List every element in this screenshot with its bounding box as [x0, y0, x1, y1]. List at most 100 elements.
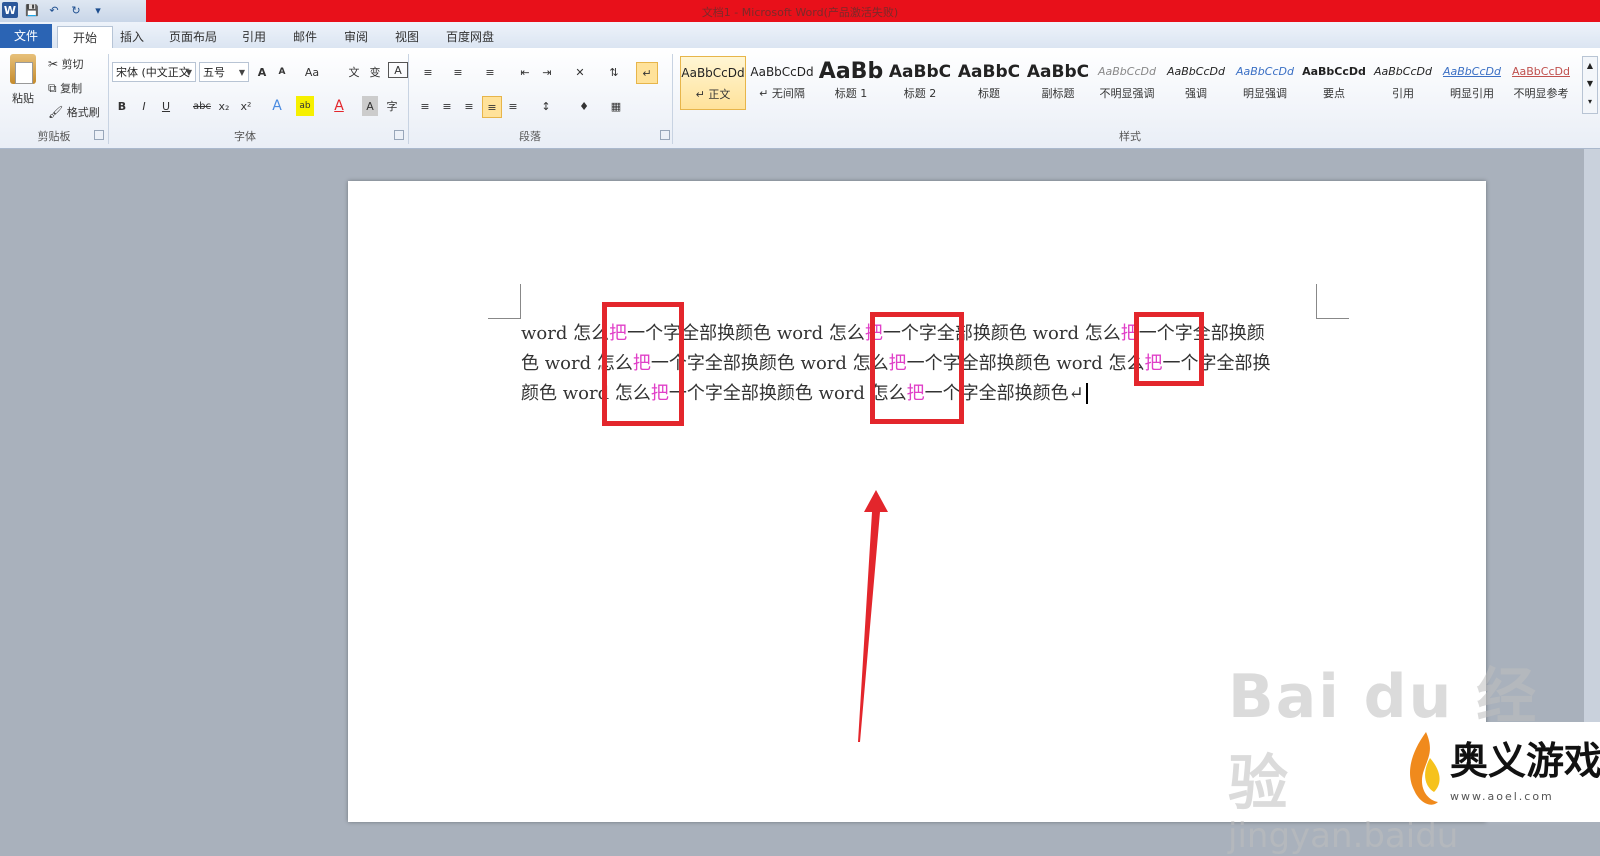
- shrink-font-button[interactable]: A: [274, 62, 290, 82]
- word-logo-icon[interactable]: W: [2, 2, 18, 18]
- style-normal[interactable]: AaBbCcDd ↵ 正文: [680, 56, 746, 110]
- annotation-box: [1134, 312, 1204, 386]
- style-name: 引用: [1392, 87, 1414, 100]
- style-name: 明显强调: [1243, 87, 1287, 100]
- font-launcher[interactable]: [394, 130, 404, 140]
- enclose-characters-icon[interactable]: 字: [384, 96, 400, 116]
- change-case-button[interactable]: Aa: [300, 62, 324, 82]
- justify-icon[interactable]: ≡: [482, 96, 502, 118]
- style-name: 标题 1: [834, 87, 868, 100]
- format-painter-button[interactable]: 🖌 格式刷: [48, 102, 104, 122]
- style-sample: AaBbCcDd: [1167, 65, 1225, 78]
- styles-gallery-scroll[interactable]: ▲ ▼ ▾: [1582, 56, 1598, 114]
- font-group-label: 字体: [234, 130, 256, 143]
- tab-file[interactable]: 文件: [0, 24, 52, 48]
- style-sample: AaBbC: [888, 62, 952, 82]
- group-separator: [672, 54, 673, 144]
- save-icon[interactable]: 💾: [24, 2, 40, 18]
- style-name: 不明显强调: [1099, 87, 1155, 100]
- text-effects-icon[interactable]: A: [268, 96, 286, 116]
- style-name: ↵ 无间隔: [759, 87, 805, 100]
- cut-button[interactable]: ✂ 剪切: [48, 54, 98, 74]
- align-center-icon[interactable]: ≡: [438, 96, 456, 116]
- style-sample: AaBbC: [1026, 62, 1090, 82]
- style-heading-1[interactable]: AaBb 标题 1: [818, 56, 884, 110]
- align-left-icon[interactable]: ≡: [416, 96, 434, 116]
- style-heading-2[interactable]: AaBbC 标题 2: [887, 56, 953, 110]
- style-name: 不明显参考: [1513, 87, 1569, 100]
- increase-indent-icon[interactable]: ⇥: [538, 62, 556, 82]
- customize-icon[interactable]: ▾: [90, 2, 106, 18]
- tab-mailings[interactable]: 邮件: [287, 26, 323, 48]
- line-spacing-icon[interactable]: ↕: [534, 96, 558, 116]
- style-name: 标题: [978, 87, 1000, 100]
- clipboard-launcher[interactable]: [94, 130, 104, 140]
- undo-icon[interactable]: ↶: [46, 2, 62, 18]
- style-subtitle[interactable]: AaBbC 副标题: [1025, 56, 1091, 110]
- style-sample: AaBbCcDd: [1236, 65, 1294, 78]
- style-name: 标题 2: [903, 87, 937, 100]
- tab-review[interactable]: 审阅: [338, 26, 374, 48]
- italic-button[interactable]: I: [136, 96, 152, 116]
- distribute-icon[interactable]: ≡: [504, 96, 522, 116]
- tab-page-layout[interactable]: 页面布局: [163, 26, 223, 48]
- window-title: 文档1 - Microsoft Word(产品激活失败): [701, 6, 899, 19]
- show-marks-icon[interactable]: ↵: [636, 62, 658, 84]
- chevron-down-icon: ▼: [238, 68, 245, 77]
- highlight-color-icon[interactable]: ab: [296, 96, 314, 116]
- superscript-button[interactable]: x²: [238, 96, 254, 116]
- shading-icon[interactable]: ♦: [572, 96, 596, 116]
- bullets-icon[interactable]: ≡: [416, 62, 440, 82]
- clear-format-icon[interactable]: A: [388, 62, 408, 78]
- tab-references[interactable]: 引用: [236, 26, 272, 48]
- subscript-button[interactable]: x₂: [216, 96, 232, 116]
- font-name-combo[interactable]: 宋体 (中文正文 ▼: [112, 62, 196, 82]
- style-subtle-reference[interactable]: AaBbCcDd 不明显参考: [1508, 56, 1574, 110]
- copy-icon: ⧉: [48, 80, 57, 95]
- font-size-combo[interactable]: 五号 ▼: [199, 62, 249, 82]
- style-emphasis[interactable]: AaBbCcDd 强调: [1163, 56, 1229, 110]
- style-sample: AaBbCcDd: [1443, 65, 1501, 78]
- redo-icon[interactable]: ↻: [68, 2, 84, 18]
- annotation-box: [870, 312, 964, 424]
- crop-mark: [520, 284, 521, 318]
- tab-view[interactable]: 视图: [389, 26, 425, 48]
- tab-insert[interactable]: 插入: [114, 26, 150, 48]
- copy-label: 复制: [60, 82, 83, 95]
- style-strong[interactable]: AaBbCcDd 要点: [1301, 56, 1367, 110]
- character-border-icon[interactable]: 变: [366, 62, 384, 82]
- style-sample: AaBbCcDd: [750, 65, 814, 79]
- group-separator: [408, 54, 409, 144]
- sort-icon[interactable]: ⇅: [604, 62, 624, 82]
- style-title[interactable]: AaBbC 标题: [956, 56, 1022, 110]
- crop-mark: [488, 318, 521, 319]
- style-name: 要点: [1323, 87, 1345, 100]
- paragraph-launcher[interactable]: [660, 130, 670, 140]
- underline-button[interactable]: U: [158, 96, 174, 116]
- style-subtle-emphasis[interactable]: AaBbCcDd 不明显强调: [1094, 56, 1160, 110]
- style-sample: AaBbCcDd: [1374, 65, 1432, 78]
- tab-home[interactable]: 开始: [57, 26, 113, 49]
- decrease-indent-icon[interactable]: ⇤: [516, 62, 534, 82]
- bold-button[interactable]: B: [114, 96, 130, 116]
- tab-baidu-netdisk[interactable]: 百度网盘: [440, 26, 500, 48]
- character-shading-icon[interactable]: A: [362, 96, 378, 116]
- multilevel-list-icon[interactable]: ≡: [478, 62, 502, 82]
- paste-button[interactable]: 粘贴: [8, 88, 38, 108]
- style-name: ↵ 正文: [695, 88, 731, 101]
- style-intense-quote[interactable]: AaBbCcDd 明显引用: [1439, 56, 1505, 110]
- numbering-icon[interactable]: ≡: [446, 62, 470, 82]
- copy-button[interactable]: ⧉ 复制: [48, 78, 98, 98]
- chinese-layout-icon[interactable]: ✕: [568, 62, 592, 82]
- style-quote[interactable]: AaBbCcDd 引用: [1370, 56, 1436, 110]
- strikethrough-button[interactable]: abc: [190, 96, 214, 116]
- style-intense-emphasis[interactable]: AaBbCcDd 明显强调: [1232, 56, 1298, 110]
- borders-icon[interactable]: ▦: [604, 96, 628, 116]
- align-right-icon[interactable]: ≡: [460, 96, 478, 116]
- style-no-spacing[interactable]: AaBbCcDd ↵ 无间隔: [749, 56, 815, 110]
- grow-font-button[interactable]: A: [254, 62, 270, 82]
- font-color-icon[interactable]: A: [330, 96, 348, 116]
- style-name: 副标题: [1041, 87, 1075, 100]
- phonetic-guide-icon[interactable]: 文: [345, 62, 363, 82]
- paste-icon[interactable]: [10, 54, 36, 84]
